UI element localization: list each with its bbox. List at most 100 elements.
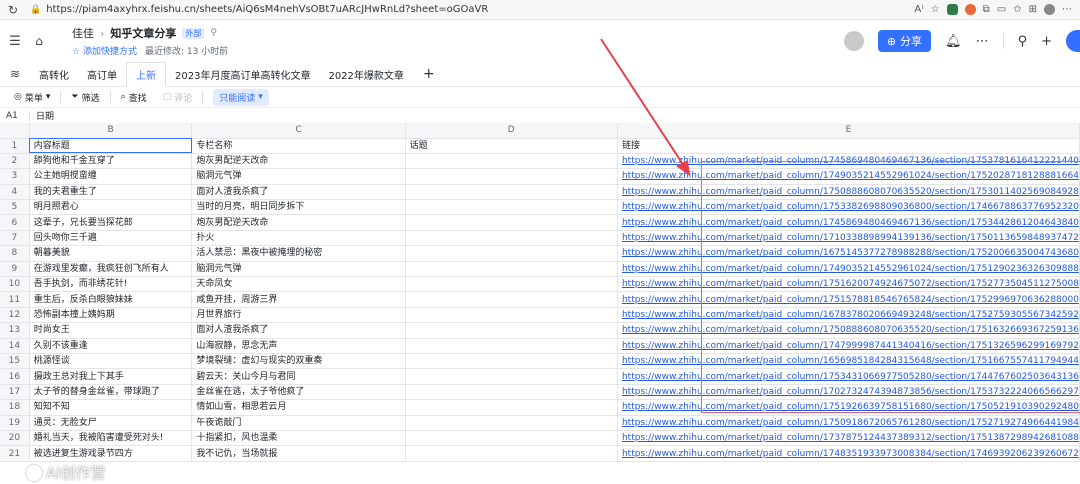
cell-link[interactable]: https://www.zhihu.com/market/paid_column… bbox=[617, 415, 1080, 431]
cell-column[interactable]: 炮灰男配逆天改命 bbox=[191, 214, 406, 231]
cell-title[interactable]: 在游戏里发癫，我疯狂创飞所有人 bbox=[29, 261, 193, 278]
cell-title[interactable]: 公主她明搅蛮缠 bbox=[29, 168, 193, 185]
tab-new[interactable]: 上新 bbox=[126, 62, 166, 87]
cell-link[interactable]: https://www.zhihu.com/market/paid_column… bbox=[617, 153, 1080, 170]
cell-title[interactable]: 桃源怪谈 bbox=[29, 353, 193, 370]
cell-column[interactable]: 月世界旅行 bbox=[191, 307, 406, 324]
tab-high-orders[interactable]: 高订单 bbox=[78, 62, 126, 86]
cell-link[interactable]: https://www.zhihu.com/market/paid_column… bbox=[617, 384, 1080, 401]
corner-cell[interactable] bbox=[0, 123, 30, 139]
cell-column[interactable]: 脑洞元气弹 bbox=[191, 168, 406, 185]
cell-link[interactable]: https://www.zhihu.com/market/paid_column… bbox=[617, 353, 1080, 370]
cell-topic[interactable] bbox=[405, 184, 618, 201]
cell-link[interactable]: https://www.zhihu.com/market/paid_column… bbox=[617, 430, 1080, 447]
profile-icon[interactable] bbox=[1044, 4, 1055, 15]
cell-topic[interactable] bbox=[405, 384, 618, 401]
cell-link[interactable]: https://www.zhihu.com/market/paid_column… bbox=[617, 230, 1080, 247]
cell-column[interactable]: 咸鱼开挂，周游三界 bbox=[191, 291, 406, 308]
cell-link[interactable]: https://www.zhihu.com/market/paid_column… bbox=[617, 291, 1080, 308]
cell-topic[interactable] bbox=[405, 168, 618, 185]
cell-column[interactable]: 碧云天：关山今月与君同 bbox=[191, 368, 406, 385]
cell-title[interactable]: 摄政王总对我上下其手 bbox=[29, 368, 193, 385]
cell-topic[interactable] bbox=[405, 199, 618, 216]
add-sheet-icon[interactable]: + bbox=[413, 62, 445, 86]
cell-topic[interactable] bbox=[405, 230, 618, 247]
cell-topic[interactable] bbox=[405, 276, 618, 293]
cell-column[interactable]: 十指紧扣，风也温柔 bbox=[191, 430, 406, 447]
cell-topic[interactable] bbox=[405, 415, 618, 431]
cell-column[interactable]: 金丝雀在逃，太子爷他疯了 bbox=[191, 384, 406, 401]
read-aloud-icon[interactable]: A⁾ bbox=[914, 4, 923, 15]
cell-title[interactable]: 知知不知 bbox=[29, 399, 193, 416]
row-number[interactable]: 10 bbox=[0, 276, 30, 293]
cell-title[interactable]: 时尚女王 bbox=[29, 322, 193, 339]
cell-link[interactable]: https://www.zhihu.com/market/paid_column… bbox=[617, 214, 1080, 231]
cell-link[interactable]: https://www.zhihu.com/market/paid_column… bbox=[617, 399, 1080, 416]
page-title[interactable]: 知乎文章分享 bbox=[110, 25, 176, 41]
menu-button[interactable]: ◎ 菜单 ▾ bbox=[8, 91, 56, 104]
tab-2023-monthly[interactable]: 2023年月度高订单高转化文章 bbox=[166, 62, 319, 86]
cell-title[interactable]: 吾手执剑，而非绣花针! bbox=[29, 276, 193, 293]
avatar[interactable] bbox=[843, 31, 864, 51]
column-header-c[interactable]: C bbox=[191, 123, 406, 139]
cell-reference[interactable]: A1 bbox=[0, 110, 30, 121]
split-screen-icon[interactable]: ▭ bbox=[997, 4, 1006, 15]
cell-link[interactable]: https://www.zhihu.com/market/paid_column… bbox=[617, 184, 1080, 201]
row-number[interactable]: 5 bbox=[0, 199, 30, 216]
cell-topic[interactable] bbox=[405, 245, 618, 262]
cell-column[interactable]: 情如山雪，相思若云月 bbox=[191, 399, 406, 416]
cell-title[interactable]: 舔狗他和千金互穿了 bbox=[29, 153, 193, 170]
cell-topic[interactable] bbox=[405, 307, 618, 324]
header-cell-column[interactable]: 专栏名称 bbox=[191, 138, 406, 154]
row-number[interactable]: 16 bbox=[0, 368, 30, 385]
header-cell-link[interactable]: 链接 bbox=[617, 138, 1080, 154]
cell-link[interactable]: https://www.zhihu.com/market/paid_column… bbox=[617, 276, 1080, 293]
collections-icon[interactable]: ⊞ bbox=[1029, 4, 1037, 15]
cell-title[interactable]: 这辈子，兄长要当探花郎 bbox=[29, 214, 193, 231]
cell-title[interactable]: 我的夫君重生了 bbox=[29, 184, 193, 201]
comment-button[interactable]: ▢ 评论 bbox=[157, 91, 199, 104]
row-number[interactable]: 15 bbox=[0, 353, 30, 370]
row-number[interactable]: 19 bbox=[0, 415, 30, 431]
row-number[interactable]: 4 bbox=[0, 184, 30, 201]
cell-topic[interactable] bbox=[405, 368, 618, 385]
cell-link[interactable]: https://www.zhihu.com/market/paid_column… bbox=[617, 322, 1080, 339]
cell-column[interactable]: 午夜诡敲门 bbox=[191, 415, 406, 431]
column-header-e[interactable]: E bbox=[617, 123, 1080, 139]
cell-topic[interactable] bbox=[405, 291, 618, 308]
row-number[interactable]: 11 bbox=[0, 291, 30, 308]
home-icon[interactable]: ⌂ bbox=[30, 34, 48, 48]
cell-title[interactable]: 婚礼当天，我被陷害遭受死对头! bbox=[29, 430, 193, 447]
workspace-name[interactable]: 佳佳 bbox=[72, 25, 94, 41]
row-number[interactable]: 20 bbox=[0, 430, 30, 447]
cell-column[interactable]: 我不记仇，当场就报 bbox=[191, 445, 406, 462]
column-header-b[interactable]: B bbox=[29, 123, 193, 139]
bell-icon[interactable]: 🔔︎ bbox=[945, 34, 962, 49]
row-number[interactable]: 17 bbox=[0, 384, 30, 401]
reload-icon[interactable]: ↻ bbox=[0, 3, 26, 17]
header-cell-topic[interactable]: 话题 bbox=[405, 138, 618, 154]
cell-topic[interactable] bbox=[405, 153, 618, 170]
cell-column[interactable]: 面对人渣我杀疯了 bbox=[191, 184, 406, 201]
cell-title[interactable]: 朝暮美貌 bbox=[29, 245, 193, 262]
cell-topic[interactable] bbox=[405, 353, 618, 370]
cell-title[interactable]: 久别不该重逢 bbox=[29, 338, 193, 354]
assistant-icon[interactable] bbox=[1066, 30, 1080, 52]
favorites-bar-icon[interactable]: ✩ bbox=[1013, 4, 1021, 15]
cell-column[interactable]: 扑火 bbox=[191, 230, 406, 247]
filter-button[interactable]: ⏷ 筛选 bbox=[65, 91, 105, 104]
row-number[interactable]: 21 bbox=[0, 445, 30, 462]
cell-title[interactable]: 被选进复生游戏录节四方 bbox=[29, 445, 193, 462]
cell-link[interactable]: https://www.zhihu.com/market/paid_column… bbox=[617, 368, 1080, 385]
share-button[interactable]: ⊕ 分享 bbox=[877, 30, 932, 52]
cell-topic[interactable] bbox=[405, 430, 618, 447]
cell-link[interactable]: https://www.zhihu.com/market/paid_column… bbox=[617, 338, 1080, 354]
plus-icon[interactable]: + bbox=[1041, 34, 1052, 49]
cell-link[interactable]: https://www.zhihu.com/market/paid_column… bbox=[617, 245, 1080, 262]
layers-icon[interactable]: ≋ bbox=[0, 62, 30, 86]
row-number[interactable]: 2 bbox=[0, 153, 30, 170]
cell-topic[interactable] bbox=[405, 445, 618, 462]
cell-link[interactable]: https://www.zhihu.com/market/paid_column… bbox=[617, 199, 1080, 216]
find-button[interactable]: ⌕ 查找 bbox=[115, 91, 153, 104]
row-number[interactable]: 12 bbox=[0, 307, 30, 324]
